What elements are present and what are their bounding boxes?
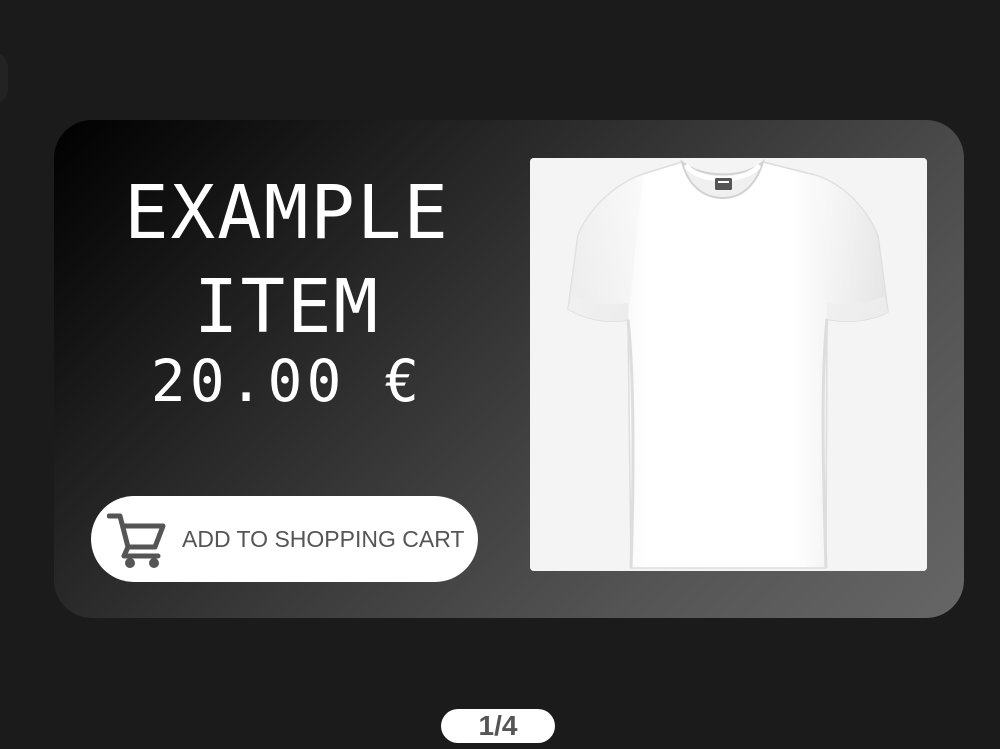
- product-slider-page: EXAMPLE ITEM 20.00 € ADD TO SHOPPING CAR…: [0, 0, 1000, 749]
- product-card: EXAMPLE ITEM 20.00 € ADD TO SHOPPING CAR…: [54, 120, 964, 618]
- product-title: EXAMPLE ITEM: [54, 166, 520, 354]
- product-title-line-1: EXAMPLE: [124, 170, 450, 256]
- previous-slide-tab[interactable]: [0, 52, 8, 104]
- product-image: [530, 158, 927, 571]
- add-to-cart-label: ADD TO SHOPPING CART: [182, 526, 465, 552]
- add-to-cart-button[interactable]: ADD TO SHOPPING CART: [91, 496, 478, 582]
- white-tshirt-image: [530, 158, 927, 571]
- slide-pager: 1/4: [441, 709, 555, 743]
- shopping-cart-icon: [107, 513, 166, 568]
- product-title-line-2: ITEM: [193, 264, 381, 350]
- product-price: 20.00 €: [150, 347, 424, 415]
